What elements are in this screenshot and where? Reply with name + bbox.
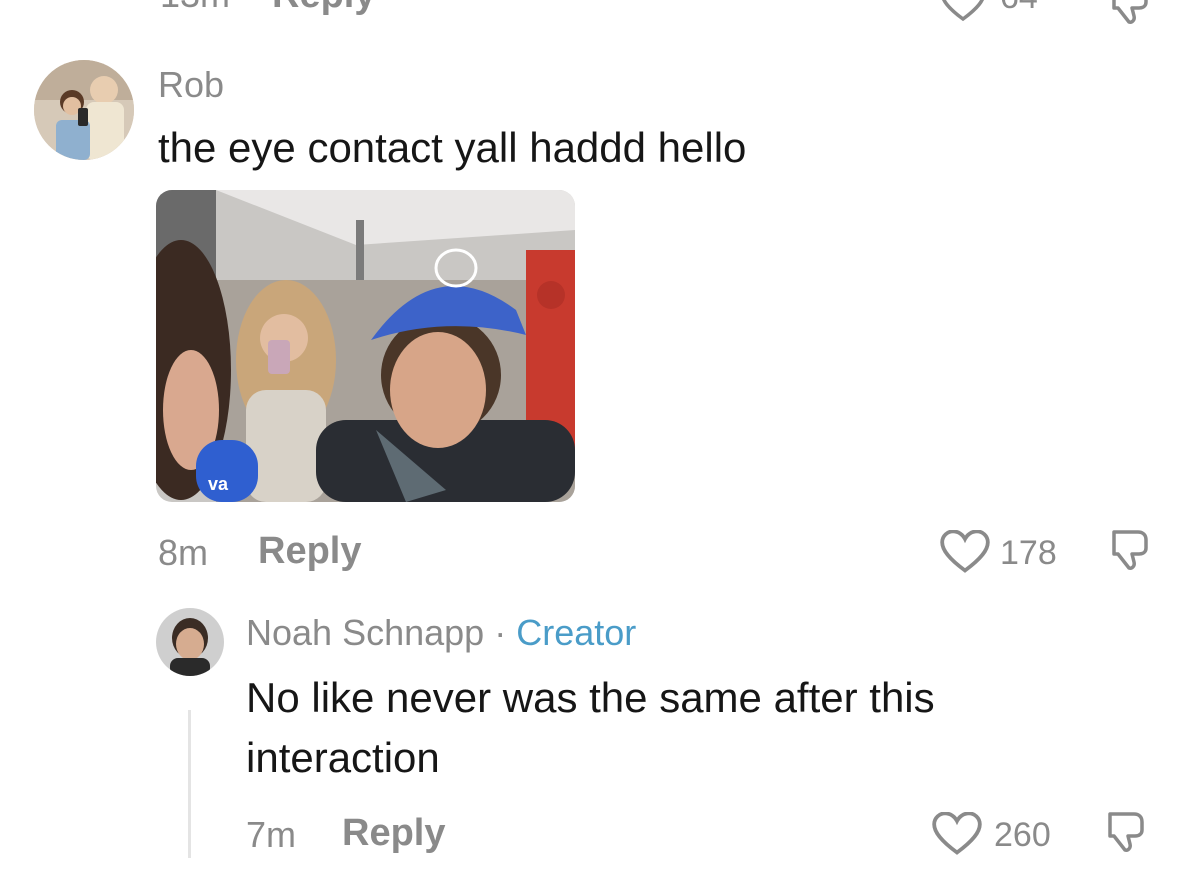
mic-label: va bbox=[208, 474, 229, 494]
reply-like-count: 260 bbox=[994, 816, 1051, 854]
reply-username[interactable]: Noah Schnapp bbox=[246, 612, 484, 653]
comment-image[interactable]: va bbox=[156, 190, 575, 502]
dislike-icon[interactable] bbox=[1108, 0, 1156, 26]
heart-icon[interactable] bbox=[932, 811, 982, 856]
creator-badge: Creator bbox=[516, 612, 637, 653]
top-comment-time: 13m bbox=[160, 0, 230, 16]
reply-button[interactable]: Reply bbox=[258, 530, 361, 573]
separator-dot: · bbox=[494, 612, 507, 653]
reply-time: 7m bbox=[246, 814, 297, 855]
comment-text: the eye contact yall haddd hello bbox=[158, 124, 747, 171]
top-reply-button[interactable]: Reply bbox=[272, 0, 375, 17]
dislike-icon[interactable] bbox=[1104, 810, 1152, 854]
heart-icon[interactable] bbox=[940, 0, 986, 22]
creator-avatar[interactable] bbox=[156, 608, 224, 676]
comment-like-count: 178 bbox=[1000, 534, 1057, 572]
avatar[interactable] bbox=[34, 60, 134, 160]
heart-icon[interactable] bbox=[940, 529, 990, 574]
thread-line bbox=[188, 710, 191, 858]
comment-time: 8m bbox=[158, 532, 209, 573]
comment-username[interactable]: Rob bbox=[158, 64, 224, 106]
dislike-icon[interactable] bbox=[1108, 528, 1156, 572]
reply-header: Noah Schnapp · Creator bbox=[246, 612, 636, 654]
reply-reply-button[interactable]: Reply bbox=[342, 812, 445, 855]
reply-text: No like never was the same after this in… bbox=[246, 674, 935, 781]
top-like-count: 64 bbox=[1000, 0, 1038, 17]
